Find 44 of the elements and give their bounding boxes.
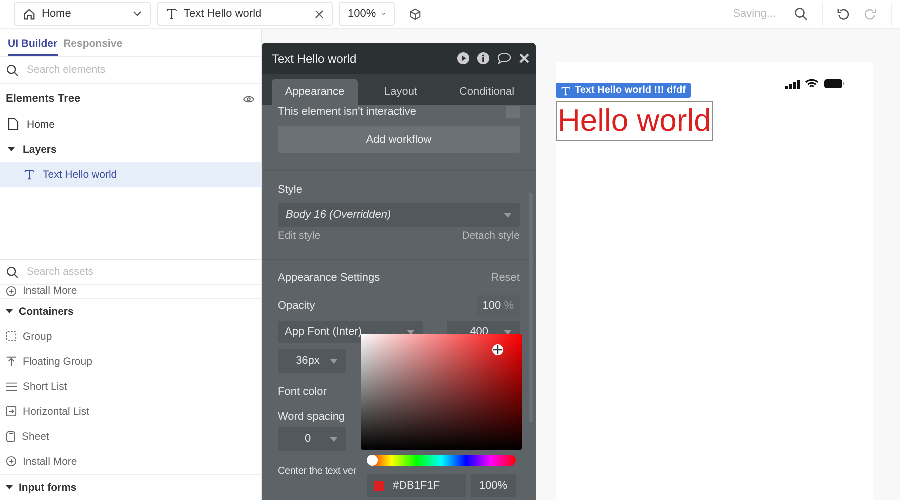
text-element[interactable]: Hello world [556,101,714,141]
section-title: Elements Tree [6,93,81,105]
color-picker-dialog[interactable]: #DB1F1F 100% [361,334,522,500]
style-dropdown[interactable]: Body 16 (Overridden) [278,203,520,227]
reset-link[interactable]: Reset [491,272,520,284]
opacity-field[interactable]: 100 % [476,295,520,317]
field-label: Word spacing [278,411,346,423]
panel-tab[interactable]: Layout [358,79,444,105]
field-label: Font color [278,386,327,398]
asset-item[interactable]: Floating Group [0,349,261,374]
saving-status: Saving... [733,8,776,20]
page-dropdown[interactable]: Home [14,2,151,26]
asset-item[interactable]: Short List [0,374,261,399]
tree-item[interactable]: Home [0,112,261,137]
section-header[interactable]: Input forms [0,475,261,500]
asset-item[interactable]: Install More [0,285,261,299]
field-label: Opacity [278,300,316,312]
edit-style-link[interactable]: Edit style [278,230,321,242]
zoom-dropdown[interactable]: 100% [339,2,395,26]
hex-field[interactable]: #DB1F1F [367,474,466,497]
sidebar-tab[interactable]: UI Builder [8,38,58,56]
asset-item[interactable]: Sheet [0,424,261,449]
asset-item[interactable]: Horizontal List [0,399,261,424]
word-spacing-dropdown[interactable]: 0 [278,427,346,451]
search-field[interactable]: Search assets [27,263,255,281]
field-label: Center the text ver [278,466,356,477]
section-title: Appearance Settings [278,272,380,284]
section-header[interactable]: Containers [0,299,261,324]
search-field[interactable]: Search elements [27,61,255,79]
interactive-note: This element isn't interactive [278,106,416,118]
tree-item[interactable]: Layers [0,137,261,162]
tree-item[interactable]: Text Hello world [0,162,261,187]
font-size-dropdown[interactable]: 36px [278,349,346,373]
asset-item[interactable]: Group [0,324,261,349]
detach-style-link[interactable]: Detach style [462,230,520,242]
panel-tab[interactable]: Appearance [272,79,358,105]
panel-tab[interactable]: Conditional [444,79,530,105]
add-workflow-button[interactable]: Add workflow [278,126,520,153]
asset-item[interactable]: Install More [0,449,261,475]
panel-title: Text Hello world [272,52,358,66]
field-label: Style [278,184,302,196]
element-label: Text Hello world !!! dfdf [556,83,691,98]
alpha-field[interactable]: 100% [471,474,516,497]
element-tab[interactable]: Text Hello world [157,2,333,26]
